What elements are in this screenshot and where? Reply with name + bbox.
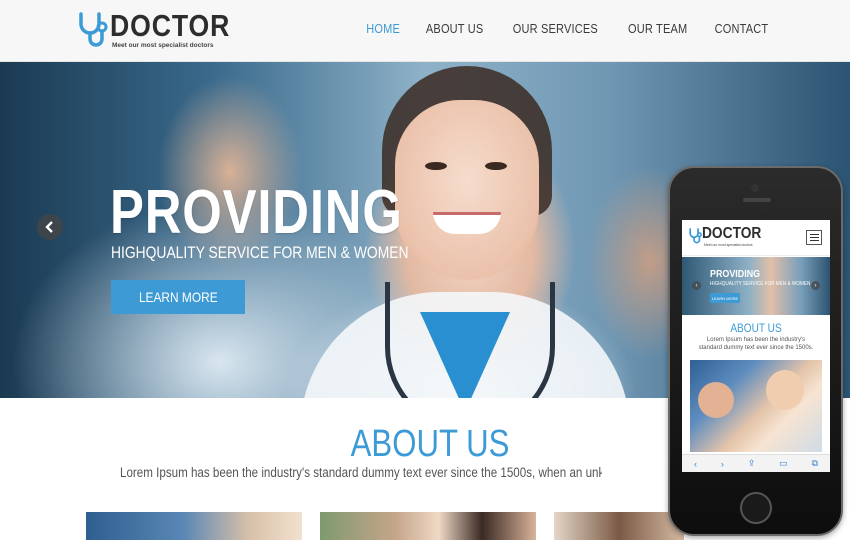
slider-prev-button[interactable] — [37, 214, 63, 240]
hero-photo-stethoscope — [385, 282, 555, 398]
mobile-header: DOCTOR Meet our most specialist doctors — [682, 220, 830, 256]
about-thumbnail — [554, 512, 684, 540]
logo-tagline: Meet our most specialist doctors — [112, 42, 214, 49]
hero-photo-face — [395, 100, 539, 280]
chevron-left-icon — [45, 221, 53, 233]
phone-screen: DOCTOR Meet our most specialist doctors … — [682, 220, 830, 472]
mobile-learn-more-button[interactable]: LEARN MORE — [710, 293, 740, 303]
about-thumbnail — [86, 512, 302, 540]
phone-camera — [751, 184, 759, 192]
stethoscope-icon — [79, 12, 108, 47]
mobile-logo-wordmark: DOCTOR — [702, 225, 762, 242]
learn-more-label: LEARN MORE — [138, 289, 218, 305]
nav-our-services[interactable]: OUR SERVICES — [513, 22, 598, 36]
browser-share-icon[interactable]: ⇪ — [748, 458, 756, 469]
hero-subtitle: HIGHQUALITY SERVICE FOR MEN & WOMEN — [111, 244, 409, 262]
mobile-about-title: ABOUT US — [730, 321, 782, 335]
browser-back-icon[interactable]: ‹ — [694, 459, 697, 469]
browser-bookmarks-icon[interactable]: ▭ — [779, 458, 788, 469]
main-nav: HOME ABOUT US OUR SERVICES OUR TEAM CONT… — [364, 22, 772, 36]
browser-forward-icon[interactable]: › — [721, 459, 724, 469]
nav-our-team[interactable]: OUR TEAM — [628, 22, 687, 36]
hamburger-menu-icon[interactable] — [806, 230, 822, 245]
about-thumbnail — [320, 512, 536, 540]
mobile-slider-next-button[interactable]: › — [811, 281, 820, 290]
learn-more-button[interactable]: LEARN MORE — [111, 280, 245, 314]
mobile-hero-title: PROVIDING — [710, 268, 761, 280]
nav-contact[interactable]: CONTACT — [715, 22, 769, 36]
about-text: Lorem Ipsum has been the industry's stan… — [120, 465, 602, 480]
nav-about-us[interactable]: ABOUT US — [426, 22, 483, 36]
photo-doctor-face — [698, 382, 734, 418]
mobile-hero: ‹ › PROVIDING HIGHQUALITY SERVICE FOR ME… — [682, 257, 830, 315]
phone-mockup: DOCTOR Meet our most specialist doctors … — [668, 166, 843, 536]
mobile-slider-prev-button[interactable]: ‹ — [692, 281, 701, 290]
hero-photo-eye — [425, 162, 447, 170]
mobile-hero-subtitle: HIGHQUALITY SERVICE FOR MEN & WOMEN — [710, 281, 811, 287]
site-logo[interactable]: DOCTOR Meet our most specialist doctors — [76, 8, 229, 54]
hero-photo-eye — [485, 162, 507, 170]
phone-home-button[interactable] — [740, 492, 772, 524]
browser-tabs-icon[interactable]: ⧉ — [812, 458, 818, 469]
stethoscope-icon — [689, 228, 702, 244]
about-title: ABOUT US — [350, 423, 510, 465]
site-header: DOCTOR Meet our most specialist doctors … — [0, 0, 850, 62]
mobile-about-text: Lorem Ipsum has been the industry's stan… — [698, 337, 814, 351]
mobile-browser-toolbar: ‹ › ⇪ ▭ ⧉ — [682, 454, 830, 472]
photo-child-face — [766, 370, 804, 410]
phone-speaker — [743, 198, 771, 202]
nav-home[interactable]: HOME — [366, 22, 400, 36]
page: DOCTOR Meet our most specialist doctors … — [0, 0, 850, 540]
mobile-logo-tagline: Meet our most specialist doctors — [704, 243, 753, 247]
mobile-about-photo — [690, 360, 822, 452]
hero-title: PROVIDING — [110, 178, 403, 247]
logo-wordmark: DOCTOR — [110, 8, 231, 43]
